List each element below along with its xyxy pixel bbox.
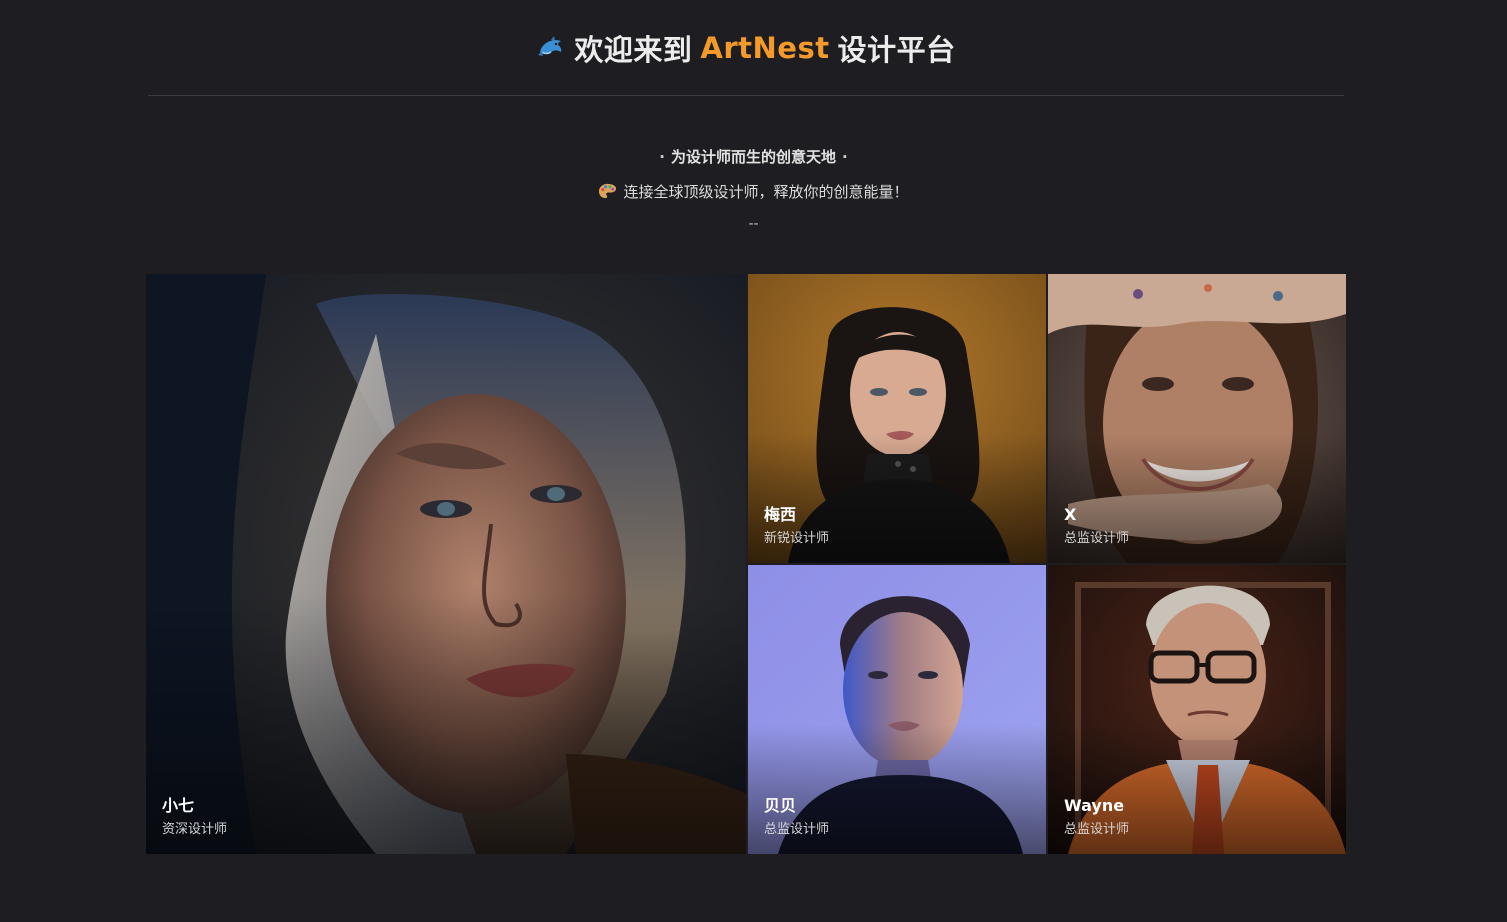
designer-name: 梅西 bbox=[764, 505, 797, 524]
designer-card[interactable]: 梅西 新锐设计师 bbox=[748, 274, 1046, 563]
designer-caption: 梅西 新锐设计师 bbox=[764, 505, 829, 547]
page-title: 欢迎来到 ArtNest 设计平台 bbox=[536, 27, 955, 69]
title-suffix: 设计平台 bbox=[837, 32, 956, 67]
designer-caption: X 总监设计师 bbox=[1064, 505, 1129, 547]
designer-name: 小七 bbox=[162, 796, 195, 815]
subline-text: 连接全球顶级设计师，释放你的创意能量！ bbox=[623, 183, 909, 201]
designer-caption: 小七 资深设计师 bbox=[162, 796, 227, 838]
designer-caption: 贝贝 总监设计师 bbox=[764, 796, 829, 838]
designer-role: 总监设计师 bbox=[1064, 822, 1130, 837]
tagline: · 为设计师而生的创意天地 · bbox=[0, 146, 1507, 167]
designer-name: 贝贝 bbox=[764, 796, 797, 815]
designer-role: 总监设计师 bbox=[764, 822, 830, 837]
designer-role: 总监设计师 bbox=[1064, 531, 1130, 546]
photo-shade bbox=[146, 593, 746, 854]
designer-card[interactable]: Wayne 总监设计师 bbox=[1048, 565, 1346, 854]
site-header: 欢迎来到 ArtNest 设计平台 bbox=[148, 0, 1344, 96]
designer-name: X bbox=[1064, 505, 1077, 524]
designer-name: Wayne bbox=[1064, 796, 1125, 815]
dolphin-icon bbox=[536, 33, 566, 63]
intro-divider: -- bbox=[748, 216, 759, 232]
tagline-dot-right: · bbox=[842, 148, 848, 166]
page: 欢迎来到 ArtNest 设计平台 · 为设计师而生的创意天地 · 连接全球顶级设计… bbox=[0, 0, 1507, 922]
brand-name[interactable]: ArtNest bbox=[700, 31, 829, 65]
designer-card[interactable]: 小七 资深设计师 bbox=[146, 274, 746, 854]
intro-section: · 为设计师而生的创意天地 · 连接全球顶级设计师，释放你的创意能量！ -- bbox=[0, 140, 1507, 232]
designer-card[interactable]: 贝贝 总监设计师 bbox=[748, 565, 1046, 854]
designer-role: 新锐设计师 bbox=[764, 531, 830, 546]
title-prefix: 欢迎来到 bbox=[574, 32, 693, 67]
palette-icon bbox=[598, 182, 617, 201]
tagline-dot-left: · bbox=[659, 148, 665, 166]
subline: 连接全球顶级设计师，释放你的创意能量！ bbox=[0, 181, 1507, 202]
designer-caption: Wayne 总监设计师 bbox=[1064, 796, 1129, 838]
designer-role: 资深设计师 bbox=[162, 822, 228, 837]
designer-gallery: 小七 资深设计师 梅西 新锐设计师 X 总监设计师 贝贝 总监设计师 Wayne… bbox=[146, 274, 1346, 854]
tagline-text: 为设计师而生的创意天地 bbox=[670, 148, 836, 166]
designer-card[interactable]: X 总监设计师 bbox=[1048, 274, 1346, 563]
